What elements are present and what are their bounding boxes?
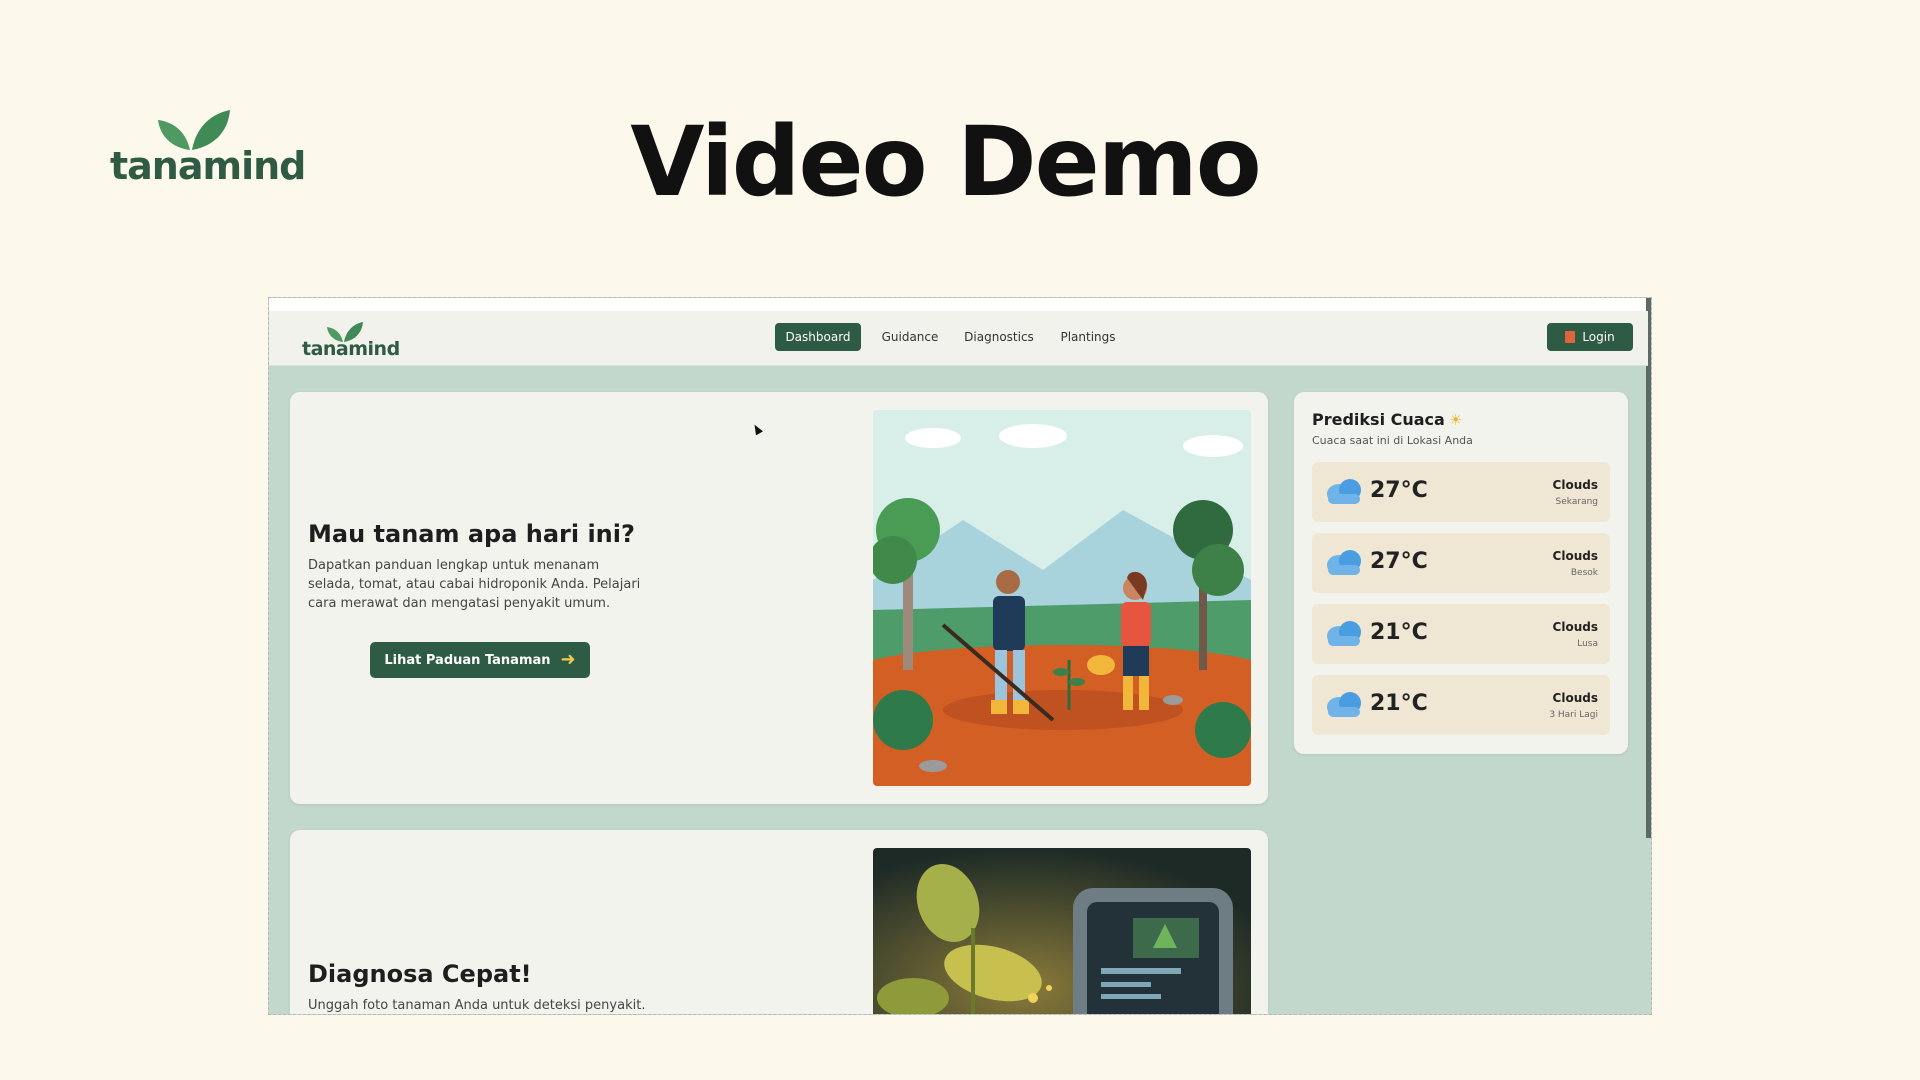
- weather-day: Besok: [1570, 568, 1598, 578]
- app-logo-text: tanamind: [302, 338, 400, 360]
- cloud-icon: [1327, 479, 1361, 504]
- weather-row: 27°C Clouds Sekarang: [1312, 462, 1610, 522]
- arrow-right-icon: ➜: [560, 649, 576, 670]
- view-guide-button[interactable]: Lihat Paduan Tanaman ➜: [370, 642, 590, 678]
- hero-card: Mau tanam apa hari ini? Dapatkan panduan…: [290, 392, 1268, 804]
- nav-diagnostics[interactable]: Diagnostics: [959, 323, 1039, 351]
- weather-condition: Clouds: [1552, 620, 1598, 634]
- nav-guidance[interactable]: Guidance: [875, 323, 945, 351]
- weather-subtitle: Cuaca saat ini di Lokasi Anda: [1312, 434, 1473, 447]
- weather-temp: 27°C: [1370, 478, 1428, 503]
- app-logo[interactable]: tanamind: [302, 321, 400, 361]
- diagnosis-card: Diagnosa Cepat! Unggah foto tanaman Anda…: [290, 830, 1268, 1014]
- hero-description: Dapatkan panduan lengkap untuk menanam s…: [308, 558, 641, 611]
- weather-row: 21°C Clouds 3 Hari Lagi: [1312, 675, 1610, 735]
- slide-title: Video Demo: [630, 106, 1262, 218]
- weather-row: 27°C Clouds Besok: [1312, 533, 1610, 593]
- login-label: Login: [1582, 330, 1615, 344]
- weather-temp: 27°C: [1370, 549, 1428, 574]
- login-button[interactable]: Login: [1547, 323, 1633, 351]
- weather-condition: Clouds: [1552, 549, 1598, 563]
- weather-day: Sekarang: [1555, 497, 1598, 507]
- weather-row: 21°C Clouds Lusa: [1312, 604, 1610, 664]
- nav-plantings[interactable]: Plantings: [1053, 323, 1123, 351]
- weather-card: Prediksi Cuaca ☀ Cuaca saat ini di Lokasi…: [1294, 392, 1628, 754]
- weather-condition: Clouds: [1552, 478, 1598, 492]
- weather-title: Prediksi Cuaca ☀: [1312, 410, 1462, 429]
- cloud-icon: [1327, 550, 1361, 575]
- weather-title-text: Prediksi Cuaca: [1312, 410, 1445, 429]
- hero-title: Mau tanam apa hari ini?: [308, 520, 635, 548]
- diagnosis-description: Unggah foto tanaman Anda untuk deteksi p…: [308, 998, 646, 1013]
- browser-top-strip: [269, 298, 1651, 311]
- weather-condition: Clouds: [1552, 691, 1598, 705]
- cloud-icon: [1327, 621, 1361, 646]
- nav-dashboard[interactable]: Dashboard: [775, 323, 861, 351]
- sun-cloud-icon: ☀: [1448, 411, 1463, 429]
- top-navbar: tanamind Dashboard Guidance Diagnostics …: [269, 311, 1648, 366]
- scrollbar[interactable]: [1646, 298, 1651, 838]
- door-login-icon: [1565, 331, 1576, 343]
- plant-scanner-illustration: [873, 848, 1251, 1014]
- weather-temp: 21°C: [1370, 691, 1428, 716]
- gardening-illustration: [873, 410, 1251, 786]
- weather-day: 3 Hari Lagi: [1549, 710, 1598, 720]
- weather-temp: 21°C: [1370, 620, 1428, 645]
- app-screenshot: tanamind Dashboard Guidance Diagnostics …: [268, 297, 1652, 1015]
- diagnosis-title: Diagnosa Cepat!: [308, 960, 532, 988]
- view-guide-label: Lihat Paduan Tanaman: [384, 653, 551, 668]
- weather-day: Lusa: [1577, 639, 1598, 649]
- cloud-icon: [1327, 692, 1361, 717]
